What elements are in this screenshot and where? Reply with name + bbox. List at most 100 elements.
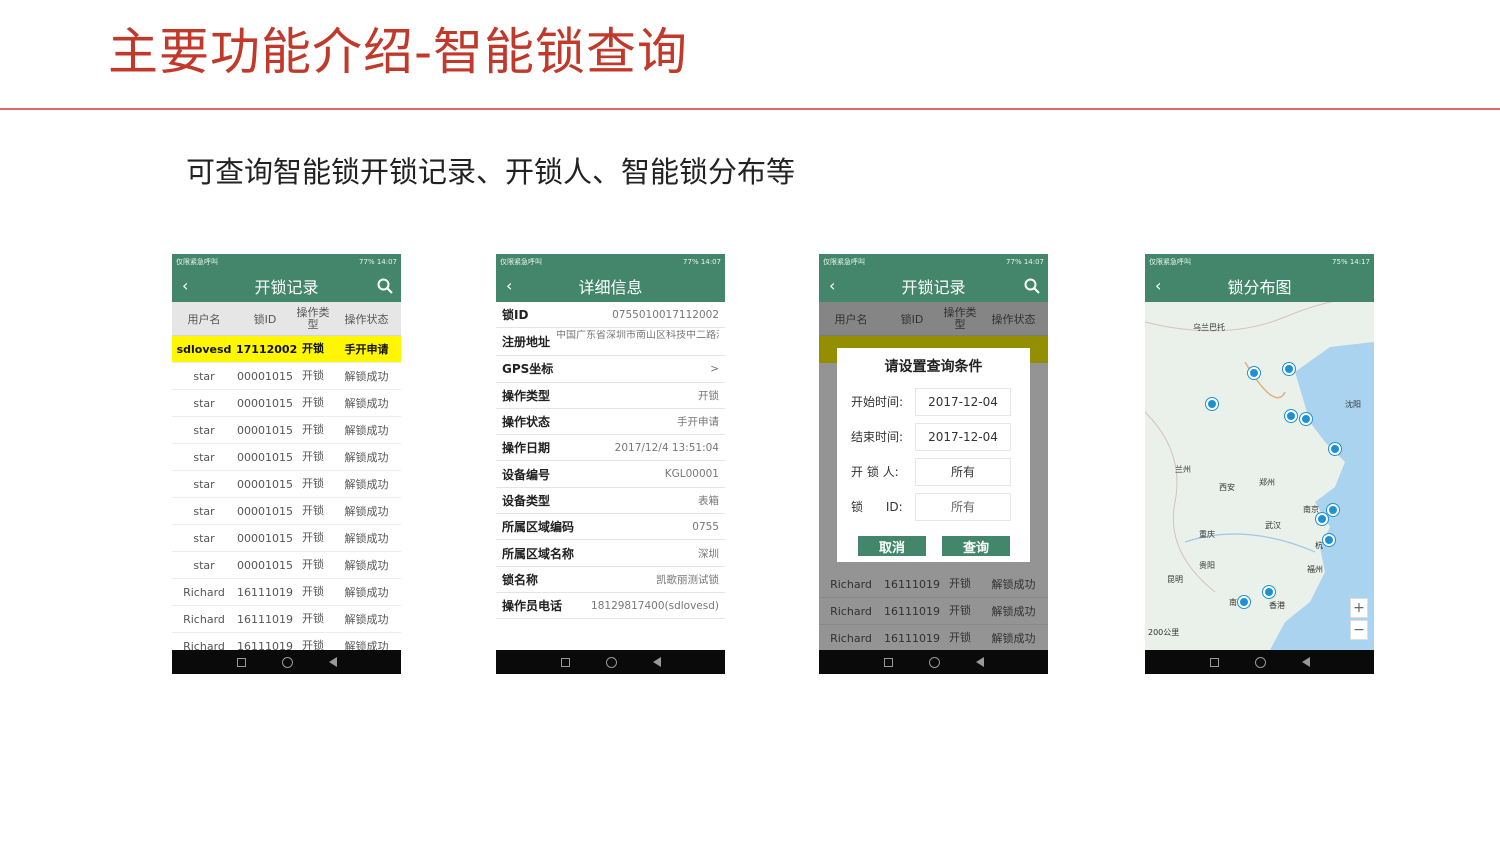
table-cell: 开锁 xyxy=(302,531,324,544)
detail-value: 2017/12/4 13:51:04 xyxy=(614,441,719,454)
screen-title: 锁分布图 xyxy=(1227,278,1292,297)
map-marker-icon[interactable] xyxy=(1327,504,1339,516)
distribution-map[interactable]: 乌兰巴托 沈阳 兰州 西安 郑州 南京 武汉 杭 重庆 贵阳 福州 昆明 南宁 … xyxy=(1145,302,1374,650)
circle-nav-icon[interactable] xyxy=(605,656,617,668)
detail-row: 操作员电话 18129817400(sdlovesd) xyxy=(496,593,725,620)
table-cell: star xyxy=(193,369,215,383)
map-marker-icon[interactable] xyxy=(1323,534,1335,546)
detail-row[interactable]: GPS坐标 > xyxy=(496,356,725,383)
table-cell: 开锁 xyxy=(302,369,324,382)
table-cell: 16111019 xyxy=(237,612,293,626)
person-row: 开 锁 人: 所有 xyxy=(837,454,1030,489)
table-cell: Richard xyxy=(183,585,225,599)
zoom-out-button[interactable]: − xyxy=(1350,620,1368,640)
triangle-nav-icon[interactable] xyxy=(975,657,984,667)
triangle-nav-icon[interactable] xyxy=(328,657,337,667)
city-label: 重庆 xyxy=(1199,530,1215,539)
table-cell: 手开申请 xyxy=(344,343,389,356)
nav-bar xyxy=(1145,650,1374,674)
map-marker-icon[interactable] xyxy=(1329,443,1341,455)
city-label: 杭 xyxy=(1315,541,1323,550)
square-nav-icon[interactable] xyxy=(236,657,246,667)
lock-id-field[interactable]: 所有 xyxy=(915,492,1011,521)
triangle-nav-icon[interactable] xyxy=(652,657,661,667)
query-button[interactable]: 查询 xyxy=(942,536,1010,556)
table-cell: 00001015 xyxy=(237,369,293,383)
screen-title: 详细信息 xyxy=(578,278,643,297)
table-cell: 00001015 xyxy=(237,504,293,518)
zoom-in-button[interactable]: + xyxy=(1350,598,1368,618)
back-icon[interactable]: ‹ xyxy=(182,276,188,296)
square-nav-icon[interactable] xyxy=(560,657,570,667)
back-icon[interactable]: ‹ xyxy=(829,276,835,296)
circle-nav-icon[interactable] xyxy=(928,656,940,668)
square-nav-icon[interactable] xyxy=(883,657,893,667)
table-row[interactable]: star 00001015 开锁 解锁成功 xyxy=(172,444,401,471)
detail-value: 中国广东省深圳市南山区科技中二路深圳软件园二期10栋 xyxy=(556,329,719,341)
start-time-field[interactable]: 2017-12-04 xyxy=(915,387,1011,416)
phone-query-dialog: 仅限紧急呼叫 77% 14:07 ‹ 开锁记录 用户名 锁ID 操作类型 操作状… xyxy=(819,254,1048,674)
detail-value: 深圳 xyxy=(698,547,719,560)
table-row[interactable]: star 00001015 开锁 解锁成功 xyxy=(172,498,401,525)
table-cell: 00001015 xyxy=(237,396,293,410)
map-marker-icon[interactable] xyxy=(1206,398,1218,410)
person-label: 开 锁 人: xyxy=(851,465,899,479)
table-row[interactable]: star 00001015 开锁 解锁成功 xyxy=(172,471,401,498)
slide-title: 主要功能介绍-智能锁查询 xyxy=(108,23,689,81)
city-label: 贵阳 xyxy=(1199,561,1215,570)
table-cell: 解锁成功 xyxy=(344,532,389,545)
map-marker-icon[interactable] xyxy=(1283,363,1295,375)
map-marker-icon[interactable] xyxy=(1316,513,1328,525)
detail-key: 锁ID xyxy=(502,308,529,323)
city-label: 沈阳 xyxy=(1345,400,1361,409)
table-cell: 开锁 xyxy=(302,396,324,409)
circle-nav-icon[interactable] xyxy=(1254,656,1266,668)
back-icon[interactable]: ‹ xyxy=(1155,276,1161,296)
table-row[interactable]: star 00001015 开锁 解锁成功 xyxy=(172,390,401,417)
detail-row: 所属区域名称 深圳 xyxy=(496,540,725,567)
table-cell: 开锁 xyxy=(302,585,324,598)
phone-lock-map: 仅限紧急呼叫 75% 14:17 ‹ 锁分布图 乌兰巴托 沈阳 兰州 西安 郑州… xyxy=(1145,254,1374,674)
table-cell: star xyxy=(193,477,215,491)
table-row[interactable]: star 00001015 开锁 解锁成功 xyxy=(172,363,401,390)
detail-row: 锁ID 0755010017112002 xyxy=(496,302,725,329)
map-marker-icon[interactable] xyxy=(1238,596,1250,608)
square-nav-icon[interactable] xyxy=(1209,657,1219,667)
slide: 主要功能介绍-智能锁查询 可查询智能锁开锁记录、开锁人、智能锁分布等 仅限紧急呼… xyxy=(0,0,1500,868)
start-time-row: 开始时间: 2017-12-04 xyxy=(837,384,1030,419)
app-bar: ‹ 锁分布图 xyxy=(1145,270,1374,302)
table-row[interactable]: star 00001015 开锁 解锁成功 xyxy=(172,552,401,579)
map-marker-icon[interactable] xyxy=(1300,413,1312,425)
phone-unlock-records: 仅限紧急呼叫 77% 14:07 ‹ 开锁记录 用户名 锁ID 操作类型 操作状… xyxy=(172,254,401,674)
map-marker-icon[interactable] xyxy=(1263,586,1275,598)
table-row[interactable]: sdlovesd 17112002 开锁 手开申请 xyxy=(172,336,401,363)
map-marker-icon[interactable] xyxy=(1285,410,1297,422)
dialog-buttons: 取消 查询 xyxy=(837,524,1030,556)
table-row[interactable]: Richard 16111019 开锁 解锁成功 xyxy=(172,579,401,606)
triangle-nav-icon[interactable] xyxy=(1301,657,1310,667)
table-cell: star xyxy=(193,450,215,464)
phone-detail-info: 仅限紧急呼叫 77% 14:07 ‹ 详细信息 锁ID 0755010017112… xyxy=(496,254,725,674)
cancel-button[interactable]: 取消 xyxy=(858,536,926,556)
search-icon[interactable] xyxy=(376,277,394,295)
table-cell: 16111019 xyxy=(237,585,293,599)
table-row[interactable]: star 00001015 开锁 解锁成功 xyxy=(172,417,401,444)
city-label: 昆明 xyxy=(1167,575,1183,584)
circle-nav-icon[interactable] xyxy=(281,656,293,668)
search-icon[interactable] xyxy=(1023,277,1041,295)
detail-key: 操作员电话 xyxy=(502,599,563,614)
map-marker-icon[interactable] xyxy=(1248,367,1260,379)
detail-row: 锁名称 凯歌丽测试锁 xyxy=(496,567,725,593)
table-row[interactable]: star 00001015 开锁 解锁成功 xyxy=(172,525,401,552)
detail-value: 0755 xyxy=(692,520,719,533)
back-icon[interactable]: ‹ xyxy=(506,276,512,296)
table-row[interactable]: Richard 16111019 开锁 解锁成功 xyxy=(172,606,401,633)
title-divider xyxy=(0,108,1500,110)
detail-row: 设备编号 KGL00001 xyxy=(496,461,725,488)
person-field[interactable]: 所有 xyxy=(915,457,1011,486)
detail-list: 锁ID 0755010017112002 注册地址中国广东省深圳市南山区科技中二路深… xyxy=(496,302,725,620)
detail-key: 所属区域名称 xyxy=(502,546,575,561)
records-list: sdlovesd 17112002 开锁 手开申请 star 00001015 开锁 解锁成功… xyxy=(172,336,401,660)
end-time-field[interactable]: 2017-12-04 xyxy=(915,422,1011,451)
detail-key: 所属区域编码 xyxy=(502,520,575,535)
